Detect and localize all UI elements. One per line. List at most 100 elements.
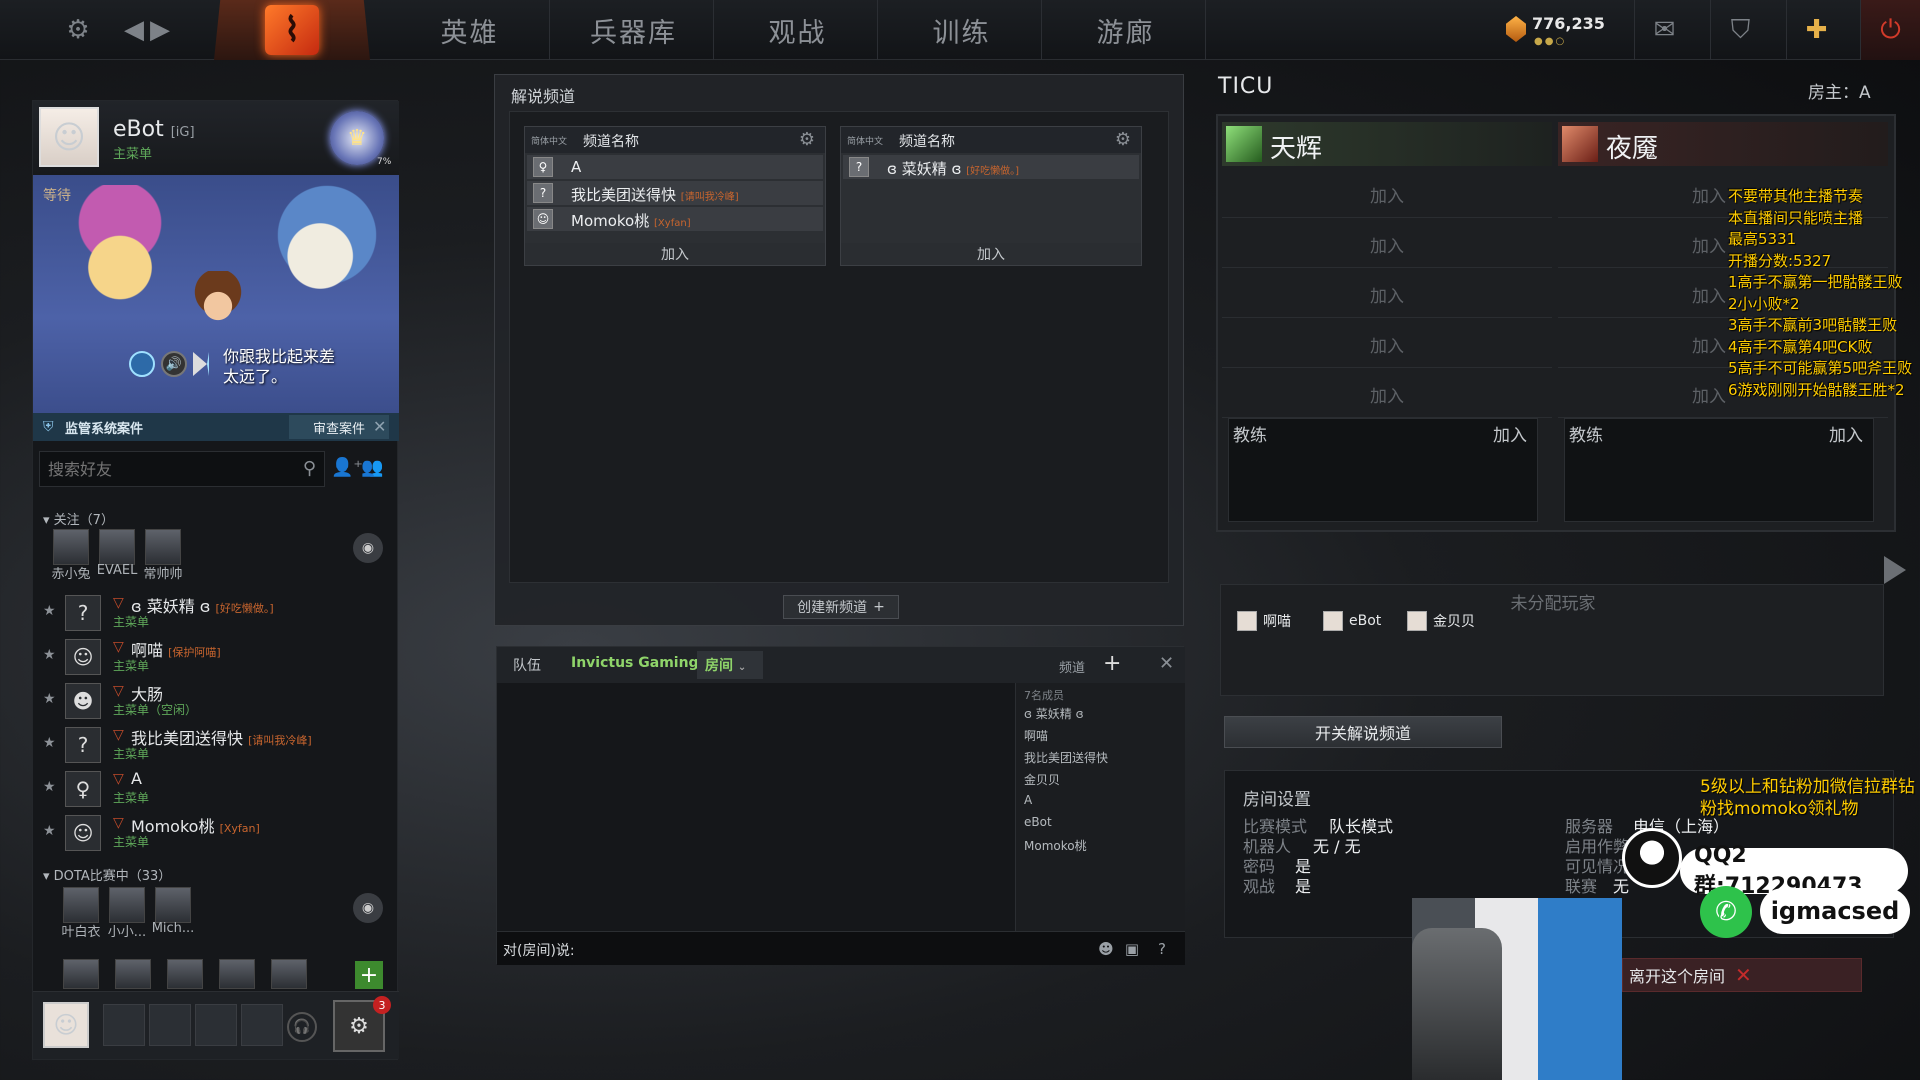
shards-currency[interactable]: 776,235 ●●○ [1506, 10, 1605, 50]
gear-icon[interactable]: ⚙ [799, 129, 815, 150]
profile-header[interactable]: ☺ eBot [iG] 主菜单 ♛ 7% [33, 101, 399, 175]
forward-arrow-icon[interactable]: ▶ [142, 12, 178, 48]
avatar[interactable] [109, 887, 145, 923]
nav-tab-heroes[interactable]: 英雄 [390, 0, 550, 60]
chat-input[interactable] [567, 936, 1067, 962]
dota-home-tab[interactable]: ⌇ [214, 0, 370, 60]
avatar[interactable] [219, 959, 255, 989]
radiant-slot[interactable]: 加入 [1222, 318, 1552, 368]
friend-row[interactable]: ★ ? ▽ 我比美团送得快 [请叫我冷峰] 主菜单 [33, 723, 399, 767]
party-slot[interactable] [149, 1004, 191, 1046]
friend-tag: [保护阿喵] [168, 646, 221, 659]
friend-row[interactable]: ★ ☻ ▽ 大肠 主菜单（空闲） [33, 679, 399, 723]
create-channel-button[interactable]: 创建新频道 + [783, 595, 899, 619]
star-icon[interactable]: ★ [43, 735, 56, 751]
nav-tab-arcade[interactable]: 游廊 [1046, 0, 1206, 60]
dota-section-header[interactable]: ▾ DOTA比赛中（33） [43, 865, 171, 884]
list-item[interactable]: 金贝贝 [1024, 771, 1060, 788]
list-item[interactable]: eBot [1024, 815, 1052, 829]
star-icon[interactable]: ★ [43, 823, 56, 839]
follow-section-header[interactable]: ▾ 关注（7） [43, 509, 114, 528]
expand-arrow-icon[interactable] [1884, 556, 1906, 584]
star-icon[interactable]: ★ [43, 691, 56, 707]
join-channel-button[interactable]: 加入 [841, 243, 1141, 265]
overlay-line: 3高手不赢前3吧骷髅王败 [1728, 316, 1898, 334]
power-icon[interactable]: ⏻ [1860, 0, 1920, 60]
plus-icon[interactable]: + [1103, 651, 1121, 676]
dota-icon: ▽ [113, 683, 124, 699]
list-item[interactable]: 啊喵 [1024, 727, 1048, 744]
gear-icon[interactable]: ⚙ [1115, 129, 1131, 150]
avatar[interactable]: ☺ [43, 1002, 89, 1048]
channel-member[interactable]: ♀ A [527, 155, 823, 179]
party-slot[interactable] [195, 1004, 237, 1046]
dota-plus-icon[interactable]: ✚ [1786, 0, 1846, 60]
avatar[interactable] [53, 529, 89, 565]
add-friend-icon[interactable]: 👤⁺ [331, 457, 363, 478]
unassigned-player[interactable]: eBot [1323, 609, 1381, 633]
emoji-icon[interactable]: ☻ [1095, 938, 1117, 960]
close-icon[interactable]: ✕ [373, 417, 386, 436]
party-slot[interactable] [103, 1004, 145, 1046]
group-icon[interactable]: 👥 [361, 457, 383, 478]
star-icon[interactable]: ★ [43, 779, 56, 795]
headset-icon[interactable]: 🎧 [287, 1012, 317, 1042]
party-slot[interactable] [241, 1004, 283, 1046]
friend-row[interactable]: ★ ☺ ▽ Momoko桃 [Xyfan] 主菜单 [33, 811, 399, 855]
avatar[interactable]: ☺ [39, 107, 99, 167]
star-icon[interactable]: ★ [43, 603, 56, 619]
channel-member[interactable]: ? 我比美团送得快 [请叫我冷峰] [527, 181, 823, 205]
friend-row[interactable]: ★ ? ▽ ɞ 菜妖精 ɞ [好吃懒做。] 主菜单 [33, 591, 399, 635]
search-input[interactable] [40, 452, 324, 486]
eye-icon[interactable]: ◉ [353, 533, 383, 563]
list-item[interactable]: ɞ 菜妖精 ɞ [1024, 705, 1084, 722]
room-settings-title: 房间设置 [1243, 790, 1311, 810]
friend-row[interactable]: ★ ☺ ▽ 啊喵 [保护阿喵] 主菜单 [33, 635, 399, 679]
channel-member[interactable]: ? ɞ 菜妖精 ɞ [好吃懒做。] [843, 155, 1139, 179]
speaker-icon[interactable]: 🔊 [161, 351, 187, 377]
eye-icon[interactable]: ◉ [353, 893, 383, 923]
avatar[interactable] [63, 887, 99, 923]
help-icon[interactable]: ? [1151, 938, 1173, 960]
nav-tab-learn[interactable]: 训练 [882, 0, 1042, 60]
avatar[interactable] [167, 959, 203, 989]
avatar[interactable] [271, 959, 307, 989]
add-icon[interactable]: + [355, 961, 383, 989]
list-item[interactable]: A [1024, 793, 1032, 807]
join-coach-button[interactable]: 加入 [1829, 421, 1863, 446]
unassigned-player[interactable]: 啊喵 [1237, 609, 1291, 633]
radiant-slot[interactable]: 加入 [1222, 368, 1552, 418]
nav-tab-armory[interactable]: 兵器库 [554, 0, 714, 60]
avatar[interactable] [155, 887, 191, 923]
friend-search: ⚲ [39, 451, 325, 487]
channel-member[interactable]: ☺ Momoko桃 [Xyfan] [527, 207, 823, 231]
close-icon[interactable]: ✕ [1159, 653, 1174, 674]
card-icon[interactable]: ▣ [1121, 938, 1143, 960]
play-icon[interactable] [193, 352, 209, 376]
join-channel-button[interactable]: 加入 [525, 243, 825, 265]
radiant-slot[interactable]: 加入 [1222, 218, 1552, 268]
tab-room[interactable]: 房间 ⌄ [697, 651, 763, 679]
channel-label[interactable]: 频道 [1059, 657, 1085, 676]
star-icon[interactable]: ★ [43, 647, 56, 663]
settings-gear-icon[interactable]: ⚙ [60, 12, 96, 48]
friend-row[interactable]: ★ ♀ ▽ A 主菜单 [33, 767, 399, 811]
radiant-slot[interactable]: 加入 [1222, 168, 1552, 218]
leave-room-button[interactable]: 离开这个房间 ✕ [1622, 958, 1862, 992]
armory-shield-icon[interactable]: ⛉ [1710, 0, 1770, 60]
toggle-broadcast-button[interactable]: 开关解说频道 [1224, 716, 1502, 748]
join-coach-button[interactable]: 加入 [1493, 421, 1527, 446]
search-icon[interactable]: ⚲ [303, 458, 316, 479]
list-item[interactable]: Momoko桃 [1024, 837, 1087, 854]
tab-guild[interactable]: Invictus Gaming [571, 655, 699, 671]
avatar[interactable] [115, 959, 151, 989]
avatar[interactable] [145, 529, 181, 565]
list-item[interactable]: 我比美团送得快 [1024, 749, 1108, 766]
tab-team[interactable]: 队伍 [513, 655, 541, 675]
radiant-slot[interactable]: 加入 [1222, 268, 1552, 318]
mail-icon[interactable]: ✉ [1634, 0, 1694, 60]
avatar[interactable] [99, 529, 135, 565]
nav-tab-watch[interactable]: 观战 [718, 0, 878, 60]
avatar[interactable] [63, 959, 99, 989]
unassigned-player[interactable]: 金贝贝 [1407, 609, 1475, 633]
